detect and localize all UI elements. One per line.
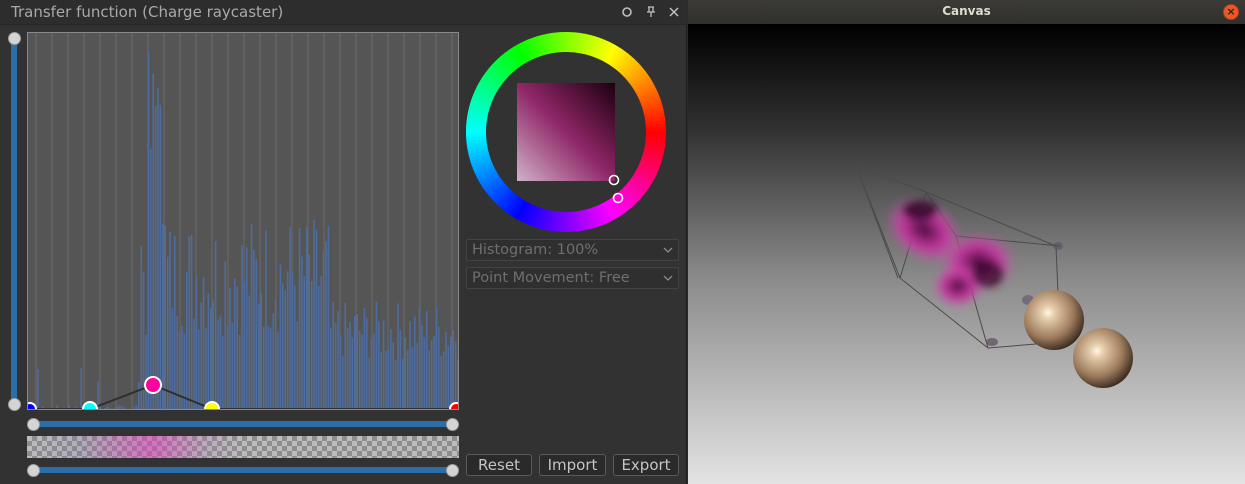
panel-title: Transfer function (Charge raycaster)	[11, 3, 284, 21]
gradient-preview	[27, 436, 459, 458]
close-icon[interactable]: ×	[1223, 4, 1239, 20]
opacity-range-slider[interactable]	[11, 38, 17, 404]
atom-sphere	[1024, 290, 1084, 350]
panel-titlebar[interactable]: Transfer function (Charge raycaster)	[0, 0, 687, 25]
control-point-cyan[interactable]	[82, 401, 98, 410]
control-point-magenta[interactable]	[144, 376, 162, 394]
opacity-max-handle[interactable]	[8, 32, 21, 45]
control-point-red[interactable]	[449, 402, 459, 410]
transfer-function-editor[interactable]	[27, 32, 459, 410]
control-point-blue[interactable]	[28, 402, 37, 410]
render-canvas[interactable]	[688, 24, 1245, 484]
domain-max-handle[interactable]	[446, 464, 459, 477]
value-range-slider-top[interactable]	[33, 421, 453, 427]
canvas-title: Canvas	[942, 4, 991, 18]
value-range-max-handle[interactable]	[446, 418, 459, 431]
reset-button[interactable]: Reset	[466, 454, 532, 476]
import-button[interactable]: Import	[539, 454, 606, 476]
chevron-down-icon	[663, 268, 673, 291]
color-wheel[interactable]	[466, 32, 666, 232]
screen: Transfer function (Charge raycaster) His…	[0, 0, 1245, 484]
histogram-plot	[28, 33, 459, 410]
point-movement-dropdown-value: Point Movement: Free	[472, 270, 630, 286]
histogram-dropdown-value: Histogram: 100%	[472, 242, 599, 258]
canvas-titlebar[interactable]: Canvas ×	[688, 0, 1245, 24]
transfer-function-gradient	[27, 436, 459, 458]
pin-icon[interactable]	[643, 4, 659, 20]
close-icon[interactable]	[666, 4, 682, 20]
atom-sphere	[1073, 328, 1133, 388]
chevron-down-icon	[663, 240, 673, 263]
value-range-slider-bottom[interactable]	[33, 467, 453, 473]
float-icon[interactable]	[619, 4, 635, 20]
export-button[interactable]: Export	[613, 454, 679, 476]
value-range-min-handle[interactable]	[27, 418, 40, 431]
hue-ring[interactable]	[466, 32, 666, 232]
domain-min-handle[interactable]	[27, 464, 40, 477]
transfer-function-panel: Transfer function (Charge raycaster) His…	[0, 0, 687, 484]
canvas-window: Canvas ×	[688, 0, 1245, 484]
histogram-dropdown[interactable]: Histogram: 100%	[466, 239, 679, 261]
control-point-yellow[interactable]	[204, 401, 220, 410]
volume-render	[855, 165, 1133, 388]
charge-density-volume	[884, 196, 1016, 308]
point-movement-dropdown[interactable]: Point Movement: Free	[466, 267, 679, 289]
opacity-min-handle[interactable]	[8, 398, 21, 411]
